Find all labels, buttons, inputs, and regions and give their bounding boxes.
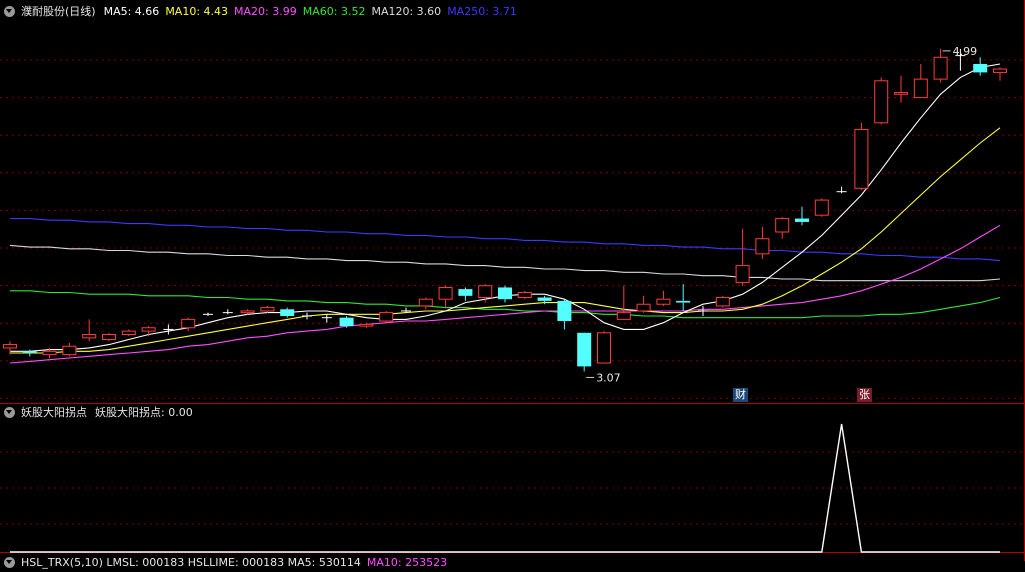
candle-body [735, 265, 750, 283]
candle-body [894, 92, 908, 95]
candle-body [755, 238, 770, 255]
candle-body [280, 309, 295, 316]
candle-body [121, 330, 136, 335]
candle-body [181, 318, 196, 329]
candle-body [42, 350, 57, 356]
price-annotation: 4.99 [953, 45, 978, 58]
candle-body [557, 300, 572, 322]
price-annotation: 3.07 [596, 371, 621, 384]
candle-body [577, 332, 592, 367]
indicator-value: 妖股大阳拐点: 0.00 [95, 406, 193, 419]
candle-body [854, 129, 869, 189]
limit-up-marker[interactable]: 张 [857, 388, 872, 402]
candle-body [438, 286, 453, 300]
candle-body [102, 333, 116, 341]
collapse-icon[interactable] [4, 556, 15, 568]
volume-legend: HSL_TRX(5,10) LMSL: 000183 HSLLIME: 0001… [0, 552, 453, 572]
ma-line-ma10 [10, 127, 1001, 354]
collapse-icon[interactable] [4, 5, 15, 17]
indicator-legend: 妖股大阳拐点 妖股大阳拐点: 0.00 [0, 402, 199, 422]
candle-body [795, 218, 809, 222]
volume-legend-text: HSL_TRX(5,10) LMSL: 000183 HSLLIME: 0001… [21, 555, 361, 569]
candle-body [874, 80, 889, 124]
main-chart-legend: 濮耐股份(日线) MA5: 4.66 MA10: 4.43 MA20: 3.99… [0, 1, 523, 21]
candle-body [676, 300, 691, 303]
volume-legend-ma10: MA10: 253523 [366, 555, 448, 569]
candle-body [973, 64, 988, 73]
candle-body [993, 68, 1007, 73]
candle-body [82, 333, 97, 339]
candle-body [656, 298, 671, 305]
financial-report-marker[interactable]: 财 [733, 388, 748, 402]
candle-body [913, 78, 928, 99]
candle-body [359, 323, 374, 327]
candle-body [62, 345, 77, 356]
candle-body [498, 287, 512, 300]
legend-ma5: MA5: 4.66 [103, 4, 160, 18]
candle-body [339, 317, 354, 327]
candle-body [715, 297, 730, 307]
candle-body [478, 285, 493, 299]
legend-ma120: MA120: 3.60 [371, 4, 442, 18]
legend-ma10: MA10: 4.43 [165, 4, 229, 18]
candle-body [597, 332, 611, 364]
candle-body [517, 291, 532, 299]
legend-ma60: MA60: 3.52 [302, 4, 366, 18]
legend-ma250: MA250: 3.71 [447, 4, 517, 18]
indicator-title: 妖股大阳拐点 [21, 406, 87, 419]
candle-body [141, 327, 156, 332]
candle-body [537, 297, 552, 301]
ma-line-ma250 [10, 218, 1001, 262]
candle-body [3, 344, 17, 349]
stock-chart[interactable]: 4.99 3.07 [0, 0, 1025, 561]
stock-title: 濮耐股份(日线) [21, 5, 96, 18]
legend-ma20: MA20: 3.99 [234, 4, 297, 18]
candle-body [379, 312, 394, 322]
candle-body [458, 289, 473, 296]
candle-body [775, 218, 790, 233]
ma-line-ma120 [9, 244, 1001, 282]
candle-body [616, 312, 631, 320]
candle-body [418, 298, 433, 307]
candle-body [240, 310, 255, 314]
candle-body [814, 199, 829, 216]
collapse-icon[interactable] [4, 406, 15, 418]
candle-body [933, 56, 948, 80]
candle-body [22, 351, 37, 353]
candle-body [260, 307, 275, 312]
ma-line-ma5 [10, 63, 1001, 352]
candle-body [636, 303, 651, 312]
